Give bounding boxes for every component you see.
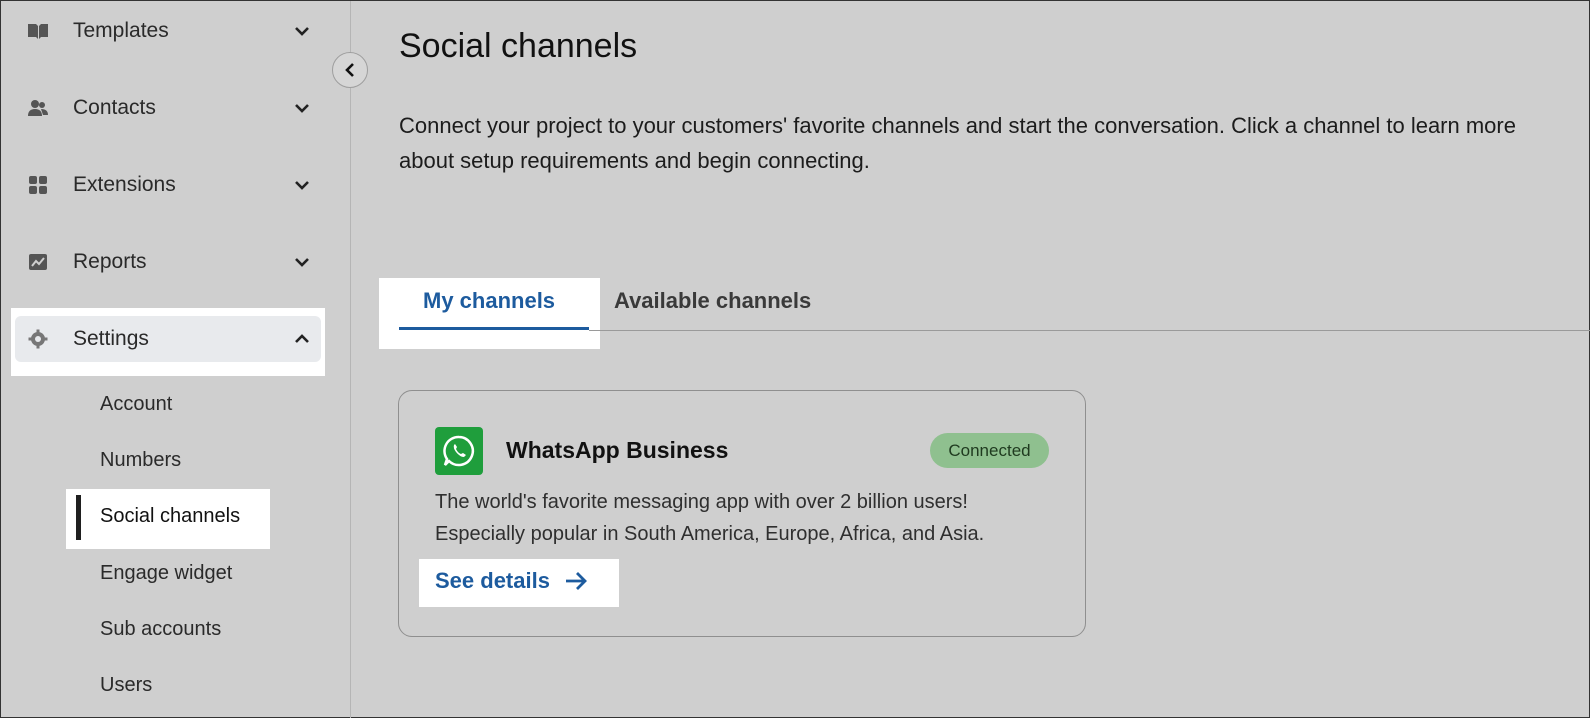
sidebar-subitem-engage-widget[interactable]: Engage widget (100, 562, 232, 585)
tabs-divider (589, 330, 1590, 331)
whatsapp-icon (435, 427, 483, 475)
book-icon (27, 20, 49, 42)
page-title: Social channels (399, 27, 638, 65)
chevron-down-icon (291, 20, 313, 42)
sidebar-subitem-sub-accounts[interactable]: Sub accounts (100, 618, 221, 641)
channel-description-line: The world's favorite messaging app with … (435, 491, 968, 513)
tab-available-channels[interactable]: Available channels (614, 288, 811, 314)
contacts-icon (27, 97, 49, 119)
sidebar-item-label: Templates (73, 19, 169, 42)
app-frame: Templates Contacts Extensions Reports Se… (0, 0, 1590, 718)
sidebar-subitem-users[interactable]: Users (100, 674, 152, 697)
grid-icon (27, 174, 49, 196)
sidebar-item-extensions[interactable]: Extensions (15, 162, 321, 208)
chevron-left-icon (344, 62, 356, 78)
see-details-link[interactable]: See details (435, 568, 588, 594)
collapse-sidebar-button[interactable] (332, 52, 368, 88)
chevron-down-icon (291, 251, 313, 273)
sidebar-item-label: Reports (73, 250, 147, 273)
sidebar-item-label: Settings (73, 327, 149, 350)
tab-my-channels[interactable]: My channels (423, 288, 555, 314)
active-tab-underline (399, 327, 589, 330)
chevron-up-icon (291, 328, 313, 350)
sidebar-item-reports[interactable]: Reports (15, 239, 321, 285)
sidebar-item-contacts[interactable]: Contacts (15, 85, 321, 131)
sidebar: Templates Contacts Extensions Reports Se… (1, 1, 351, 718)
sidebar-item-label: Contacts (73, 96, 156, 119)
arrow-right-icon (564, 571, 588, 591)
sidebar-subitem-social-channels[interactable]: Social channels (100, 505, 240, 528)
gear-icon (27, 328, 49, 350)
chart-icon (27, 251, 49, 273)
channel-description-line: Especially popular in South America, Eur… (435, 523, 985, 545)
sidebar-subitem-numbers[interactable]: Numbers (100, 449, 181, 472)
sidebar-item-label: Extensions (73, 173, 176, 196)
sidebar-subitem-account[interactable]: Account (100, 393, 172, 416)
status-badge: Connected (930, 433, 1049, 468)
see-details-label: See details (435, 568, 550, 593)
page-description: Connect your project to your customers' … (399, 113, 1516, 173)
channel-title: WhatsApp Business (506, 437, 729, 463)
chevron-down-icon (291, 174, 313, 196)
sidebar-item-settings[interactable]: Settings (15, 316, 321, 362)
chevron-down-icon (291, 97, 313, 119)
channel-description: The world's favorite messaging app with … (435, 486, 1055, 550)
active-indicator (76, 495, 81, 540)
sidebar-item-templates[interactable]: Templates (15, 8, 321, 54)
